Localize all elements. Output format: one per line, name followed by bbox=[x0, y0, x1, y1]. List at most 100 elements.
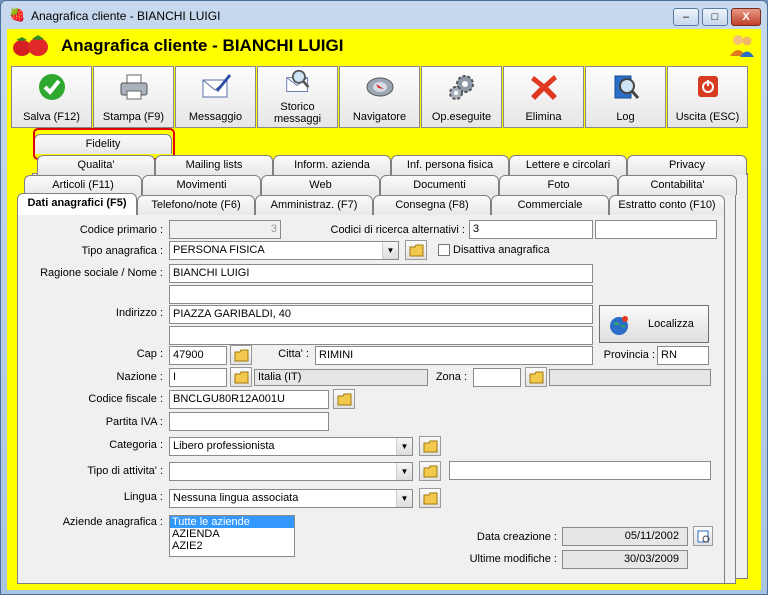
operations-label: Op.eseguite bbox=[431, 111, 492, 123]
application-window: 🍓 Anagrafica cliente - BIANCHI LUIGI – □… bbox=[0, 0, 768, 595]
codice-fiscale-field[interactable]: BNCLGU80R12A001U bbox=[169, 390, 329, 409]
tab-telefono-note[interactable]: Telefono/note (F6) bbox=[137, 195, 255, 215]
data-creazione-field: 05/11/2002 bbox=[562, 527, 688, 546]
exit-button[interactable]: Uscita (ESC) bbox=[667, 66, 748, 128]
codice-fiscale-folder-button[interactable] bbox=[333, 389, 355, 409]
tab-inf-persona-fisica[interactable]: Inf. persona fisica bbox=[391, 155, 509, 175]
citta-field[interactable]: RIMINI bbox=[315, 346, 593, 365]
localizza-button[interactable]: Localizza bbox=[599, 305, 709, 343]
tipo-anagrafica-select[interactable]: PERSONA FISICA ▼ bbox=[169, 241, 399, 260]
ragione-sociale-field-2[interactable] bbox=[169, 285, 593, 304]
tab-movimenti[interactable]: Movimenti bbox=[142, 175, 261, 195]
tab-foto[interactable]: Foto bbox=[499, 175, 618, 195]
tab-lettere-circolari[interactable]: Lettere e circolari bbox=[509, 155, 627, 175]
list-item[interactable]: Tutte le aziende bbox=[170, 516, 294, 528]
lingua-label: Lingua : bbox=[123, 491, 163, 503]
maximize-button[interactable]: □ bbox=[702, 8, 728, 26]
folder-icon bbox=[423, 465, 438, 478]
nazione-field[interactable]: I bbox=[169, 368, 227, 387]
minimize-button[interactable]: – bbox=[673, 8, 699, 26]
zona-folder-button[interactable] bbox=[525, 367, 547, 387]
indirizzo-field[interactable]: PIAZZA GARIBALDI, 40 bbox=[169, 305, 593, 324]
message-history-icon bbox=[286, 69, 310, 92]
tipo-attivita-select[interactable]: ▼ bbox=[169, 462, 413, 481]
save-button[interactable]: Salva (F12) bbox=[11, 66, 92, 128]
provincia-field[interactable]: RN bbox=[657, 346, 709, 365]
tab-articoli[interactable]: Articoli (F11) bbox=[24, 175, 142, 195]
tab-amministraz[interactable]: Amministraz. (F7) bbox=[255, 195, 373, 215]
message-history-label: Storico messaggi bbox=[273, 101, 322, 125]
tab-dati-anagrafici[interactable]: Dati anagrafici (F5) bbox=[17, 193, 137, 215]
cap-folder-button[interactable] bbox=[230, 345, 252, 365]
partita-iva-field[interactable] bbox=[169, 412, 329, 431]
message-history-button[interactable]: Storico messaggi bbox=[257, 66, 338, 128]
folder-icon bbox=[529, 371, 544, 384]
print-button[interactable]: Stampa (F9) bbox=[93, 66, 174, 128]
tab-commerciale[interactable]: Commerciale bbox=[491, 195, 609, 215]
navigator-label: Navigatore bbox=[352, 111, 407, 123]
codici-alternativi-label: Codici di ricerca alternativi : bbox=[330, 224, 466, 236]
partita-iva-label: Partita IVA : bbox=[105, 416, 163, 428]
navigator-button[interactable]: Navigatore bbox=[339, 66, 420, 128]
users-icon[interactable] bbox=[729, 32, 755, 58]
globe-icon bbox=[610, 316, 628, 335]
aziende-label: Aziende anagrafica : bbox=[62, 516, 163, 528]
tipo-anagrafica-value: PERSONA FISICA bbox=[173, 244, 265, 256]
tab-qualita[interactable]: Qualita' bbox=[37, 155, 155, 175]
lingua-select[interactable]: Nessuna lingua associata ▼ bbox=[169, 489, 413, 508]
tab-contabilita[interactable]: Contabilita' bbox=[618, 175, 737, 195]
cap-field[interactable]: 47900 bbox=[169, 346, 227, 365]
tab-mailing-lists[interactable]: Mailing lists bbox=[155, 155, 273, 175]
zona-field[interactable] bbox=[473, 368, 521, 387]
delete-button[interactable]: Elimina bbox=[503, 66, 584, 128]
codice-primario-label: Codice primario : bbox=[79, 224, 163, 236]
chevron-down-icon: ▼ bbox=[396, 463, 412, 480]
list-item[interactable]: AZIENDA bbox=[170, 528, 294, 540]
tab-documenti[interactable]: Documenti bbox=[380, 175, 499, 195]
tipo-anagrafica-folder-button[interactable] bbox=[405, 240, 427, 260]
codice-primario-field[interactable]: 3 bbox=[169, 220, 281, 239]
close-button[interactable]: X bbox=[731, 8, 761, 26]
log-button[interactable]: Log bbox=[585, 66, 666, 128]
tab-estratto-conto[interactable]: Estratto conto (F10) bbox=[609, 195, 725, 215]
categoria-label: Categoria : bbox=[109, 439, 163, 451]
navigator-icon bbox=[366, 77, 394, 97]
disattiva-label: Disattiva anagrafica bbox=[453, 244, 550, 256]
delete-icon bbox=[531, 75, 557, 100]
cap-label: Cap : bbox=[136, 348, 163, 360]
message-icon bbox=[202, 74, 231, 98]
aziende-listbox[interactable]: Tutte le aziende AZIENDA AZIE2 bbox=[169, 515, 295, 557]
lingua-folder-button[interactable] bbox=[419, 488, 441, 508]
provincia-label: Provincia : bbox=[603, 349, 655, 361]
tab-privacy[interactable]: Privacy bbox=[627, 155, 747, 175]
printer-icon bbox=[120, 74, 148, 100]
categoria-value: Libero professionista bbox=[173, 440, 275, 452]
disattiva-checkbox[interactable] bbox=[438, 244, 450, 256]
tab-consegna[interactable]: Consegna (F8) bbox=[373, 195, 491, 215]
data-creazione-button[interactable] bbox=[693, 526, 713, 546]
operations-button[interactable]: Op.eseguite bbox=[421, 66, 502, 128]
message-button[interactable]: Messaggio bbox=[175, 66, 256, 128]
ultime-modifiche-label: Ultime modifiche : bbox=[469, 553, 557, 565]
tab-web[interactable]: Web bbox=[261, 175, 380, 195]
tipo-attivita-folder-button[interactable] bbox=[419, 461, 441, 481]
categoria-folder-button[interactable] bbox=[419, 436, 441, 456]
codici-alternativi-field-2[interactable] bbox=[595, 220, 717, 239]
ultime-modifiche-field: 30/03/2009 bbox=[562, 550, 688, 569]
list-item[interactable]: AZIE2 bbox=[170, 540, 294, 552]
zona-description bbox=[549, 369, 711, 386]
tipo-attivita-description[interactable] bbox=[449, 461, 711, 480]
citta-label: Citta' : bbox=[278, 348, 309, 360]
tab-inform-azienda[interactable]: Inform. azienda bbox=[273, 155, 391, 175]
nazione-folder-button[interactable] bbox=[230, 367, 252, 387]
nazione-description: Italia (IT) bbox=[254, 369, 428, 386]
codici-alternativi-field[interactable]: 3 bbox=[469, 220, 593, 239]
ragione-sociale-label: Ragione sociale / Nome : bbox=[40, 267, 163, 279]
indirizzo-field-2[interactable] bbox=[169, 326, 593, 345]
categoria-select[interactable]: Libero professionista ▼ bbox=[169, 437, 413, 456]
ragione-sociale-field[interactable]: BIANCHI LUIGI bbox=[169, 264, 593, 283]
client-area: Anagrafica cliente - BIANCHI LUIGI Salva… bbox=[7, 29, 761, 590]
toolbar: Salva (F12) Stampa (F9) Messaggio Storic… bbox=[11, 66, 757, 130]
folder-icon bbox=[423, 440, 438, 453]
lingua-value: Nessuna lingua associata bbox=[173, 492, 299, 504]
